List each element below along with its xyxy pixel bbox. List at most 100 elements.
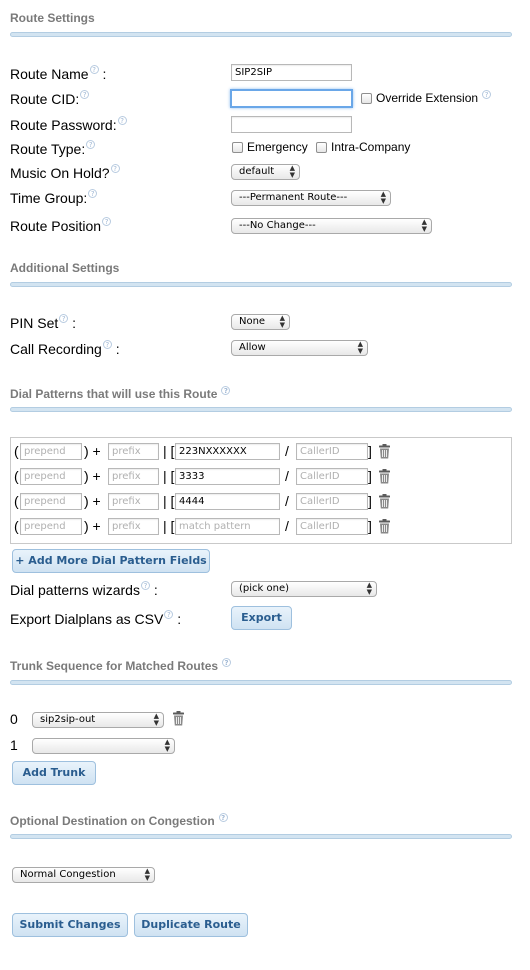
prepend-input[interactable] xyxy=(20,468,82,485)
time-group-select[interactable]: ---Permanent Route--- ▲ ▼ xyxy=(231,190,391,206)
help-icon[interactable]: ? xyxy=(110,164,120,173)
call-recording-label-text: Call Recording xyxy=(10,341,102,357)
trash-icon[interactable] xyxy=(172,711,185,726)
route-name-label-text: Route Name xyxy=(10,66,89,82)
override-extension-text: Override Extension xyxy=(376,91,479,105)
prepend-input[interactable] xyxy=(20,518,82,535)
export-button[interactable]: Export xyxy=(231,606,292,630)
help-icon[interactable]: ? xyxy=(88,189,98,198)
time-group-label-text: Time Group: xyxy=(10,190,88,206)
trash-icon[interactable] xyxy=(378,519,391,534)
prepend-close-paren-plus: ) + xyxy=(84,493,101,509)
section-title-route-settings: Route Settings xyxy=(10,11,95,25)
congestion-destination-select[interactable]: Normal Congestion ▲ ▼ xyxy=(12,867,155,883)
select-arrows-icon: ▲ ▼ xyxy=(164,738,170,753)
match-pattern-input[interactable] xyxy=(175,493,280,510)
add-more-dial-patterns-button[interactable]: + Add More Dial Pattern Fields xyxy=(12,549,210,573)
dial-patterns-wizards-label: Dial patterns wizards? : xyxy=(10,581,158,598)
help-icon[interactable]: ? xyxy=(140,581,150,590)
match-pattern-open-bracket: | [ xyxy=(163,518,175,534)
trunk-select[interactable]: ▲ ▼ xyxy=(32,738,175,754)
route-type-label-text: Route Type: xyxy=(10,141,86,157)
select-arrows-icon: ▲ ▼ xyxy=(289,164,295,179)
emergency-checkbox[interactable] xyxy=(232,142,243,153)
help-icon[interactable]: ? xyxy=(482,90,492,99)
export-dialplans-suffix: : xyxy=(177,611,182,627)
intra-company-checkbox[interactable] xyxy=(316,142,327,153)
select-arrows-icon: ▲ ▼ xyxy=(279,314,285,329)
help-icon[interactable]: ? xyxy=(164,610,174,619)
trunk-select-value: sip2sip-out xyxy=(40,714,96,725)
help-icon[interactable]: ? xyxy=(80,90,90,99)
route-cid-label-text: Route CID: xyxy=(10,91,80,107)
help-icon[interactable]: ? xyxy=(102,340,112,349)
select-arrows-icon: ▲ ▼ xyxy=(357,340,363,355)
pin-set-label-text: PIN Set xyxy=(10,315,59,331)
route-position-value: ---No Change--- xyxy=(239,220,316,231)
add-trunk-button[interactable]: Add Trunk xyxy=(12,761,96,785)
duplicate-route-button[interactable]: Duplicate Route xyxy=(134,913,248,937)
route-password-input[interactable] xyxy=(231,116,352,133)
section-divider xyxy=(10,834,512,839)
time-group-value: ---Permanent Route--- xyxy=(239,192,348,203)
select-arrows-icon: ▲ ▼ xyxy=(153,712,159,727)
pin-set-select[interactable]: None ▲ ▼ xyxy=(231,314,290,330)
dial-patterns-wizards-value: (pick one) xyxy=(239,583,290,594)
help-icon[interactable]: ? xyxy=(59,314,69,323)
trunk-select[interactable]: sip2sip-out ▲ ▼ xyxy=(32,712,164,728)
dial-patterns-wizards-suffix: : xyxy=(153,582,158,598)
match-pattern-input[interactable] xyxy=(175,443,280,460)
pin-set-label: PIN Set? : xyxy=(10,314,77,331)
route-position-label-text: Route Position xyxy=(10,218,102,234)
submit-changes-button[interactable]: Submit Changes xyxy=(12,913,128,937)
help-icon[interactable]: ? xyxy=(89,65,99,74)
route-type-label: Route Type:? xyxy=(10,140,96,157)
help-icon[interactable]: ? xyxy=(117,116,127,125)
callerid-input[interactable] xyxy=(296,443,368,460)
export-dialplans-text: Export Dialplans as CSV xyxy=(10,611,164,627)
route-name-suffix: : xyxy=(102,66,107,82)
route-cid-input[interactable] xyxy=(230,89,353,108)
trash-icon[interactable] xyxy=(378,469,391,484)
call-recording-select[interactable]: Allow ▲ ▼ xyxy=(231,340,368,356)
help-icon[interactable]: ? xyxy=(222,658,232,667)
section-title-trunk-sequence: Trunk Sequence for Matched Routes? xyxy=(10,658,232,673)
match-pattern-open-bracket: | [ xyxy=(163,493,175,509)
route-name-input[interactable] xyxy=(231,64,352,81)
section-title-dial-patterns: Dial Patterns that will use this Route? xyxy=(10,386,231,401)
override-extension-checkbox[interactable] xyxy=(361,93,372,104)
match-pattern-input[interactable] xyxy=(175,518,280,535)
callerid-slash: / xyxy=(285,468,289,484)
music-on-hold-label: Music On Hold?? xyxy=(10,164,120,181)
call-recording-value: Allow xyxy=(239,342,266,353)
callerid-input[interactable] xyxy=(296,468,368,485)
prefix-input[interactable] xyxy=(108,493,159,510)
dial-patterns-wizards-select[interactable]: (pick one) ▲ ▼ xyxy=(231,581,377,597)
prefix-input[interactable] xyxy=(108,518,159,535)
section-divider xyxy=(10,32,512,37)
callerid-slash: / xyxy=(285,443,289,459)
callerid-input[interactable] xyxy=(296,518,368,535)
help-icon[interactable]: ? xyxy=(102,217,112,226)
help-icon[interactable]: ? xyxy=(86,140,96,149)
emergency-label: Emergency xyxy=(247,140,308,154)
callerid-close-bracket: ] xyxy=(368,443,372,459)
pin-set-value: None xyxy=(239,316,266,327)
select-arrows-icon: ▲ ▼ xyxy=(366,581,372,596)
callerid-input[interactable] xyxy=(296,493,368,510)
prefix-input[interactable] xyxy=(108,443,159,460)
pin-set-suffix: : xyxy=(72,315,77,331)
trash-icon[interactable] xyxy=(378,444,391,459)
route-position-select[interactable]: ---No Change--- ▲ ▼ xyxy=(231,218,432,234)
match-pattern-input[interactable] xyxy=(175,468,280,485)
prepend-input[interactable] xyxy=(20,443,82,460)
callerid-slash: / xyxy=(285,493,289,509)
prepend-input[interactable] xyxy=(20,493,82,510)
trash-icon[interactable] xyxy=(378,494,391,509)
music-on-hold-select[interactable]: default ▲ ▼ xyxy=(231,164,300,180)
prefix-input[interactable] xyxy=(108,468,159,485)
help-icon[interactable]: ? xyxy=(221,386,231,395)
help-icon[interactable]: ? xyxy=(218,813,228,822)
section-divider xyxy=(10,407,512,412)
route-cid-label: Route CID:? xyxy=(10,90,90,107)
